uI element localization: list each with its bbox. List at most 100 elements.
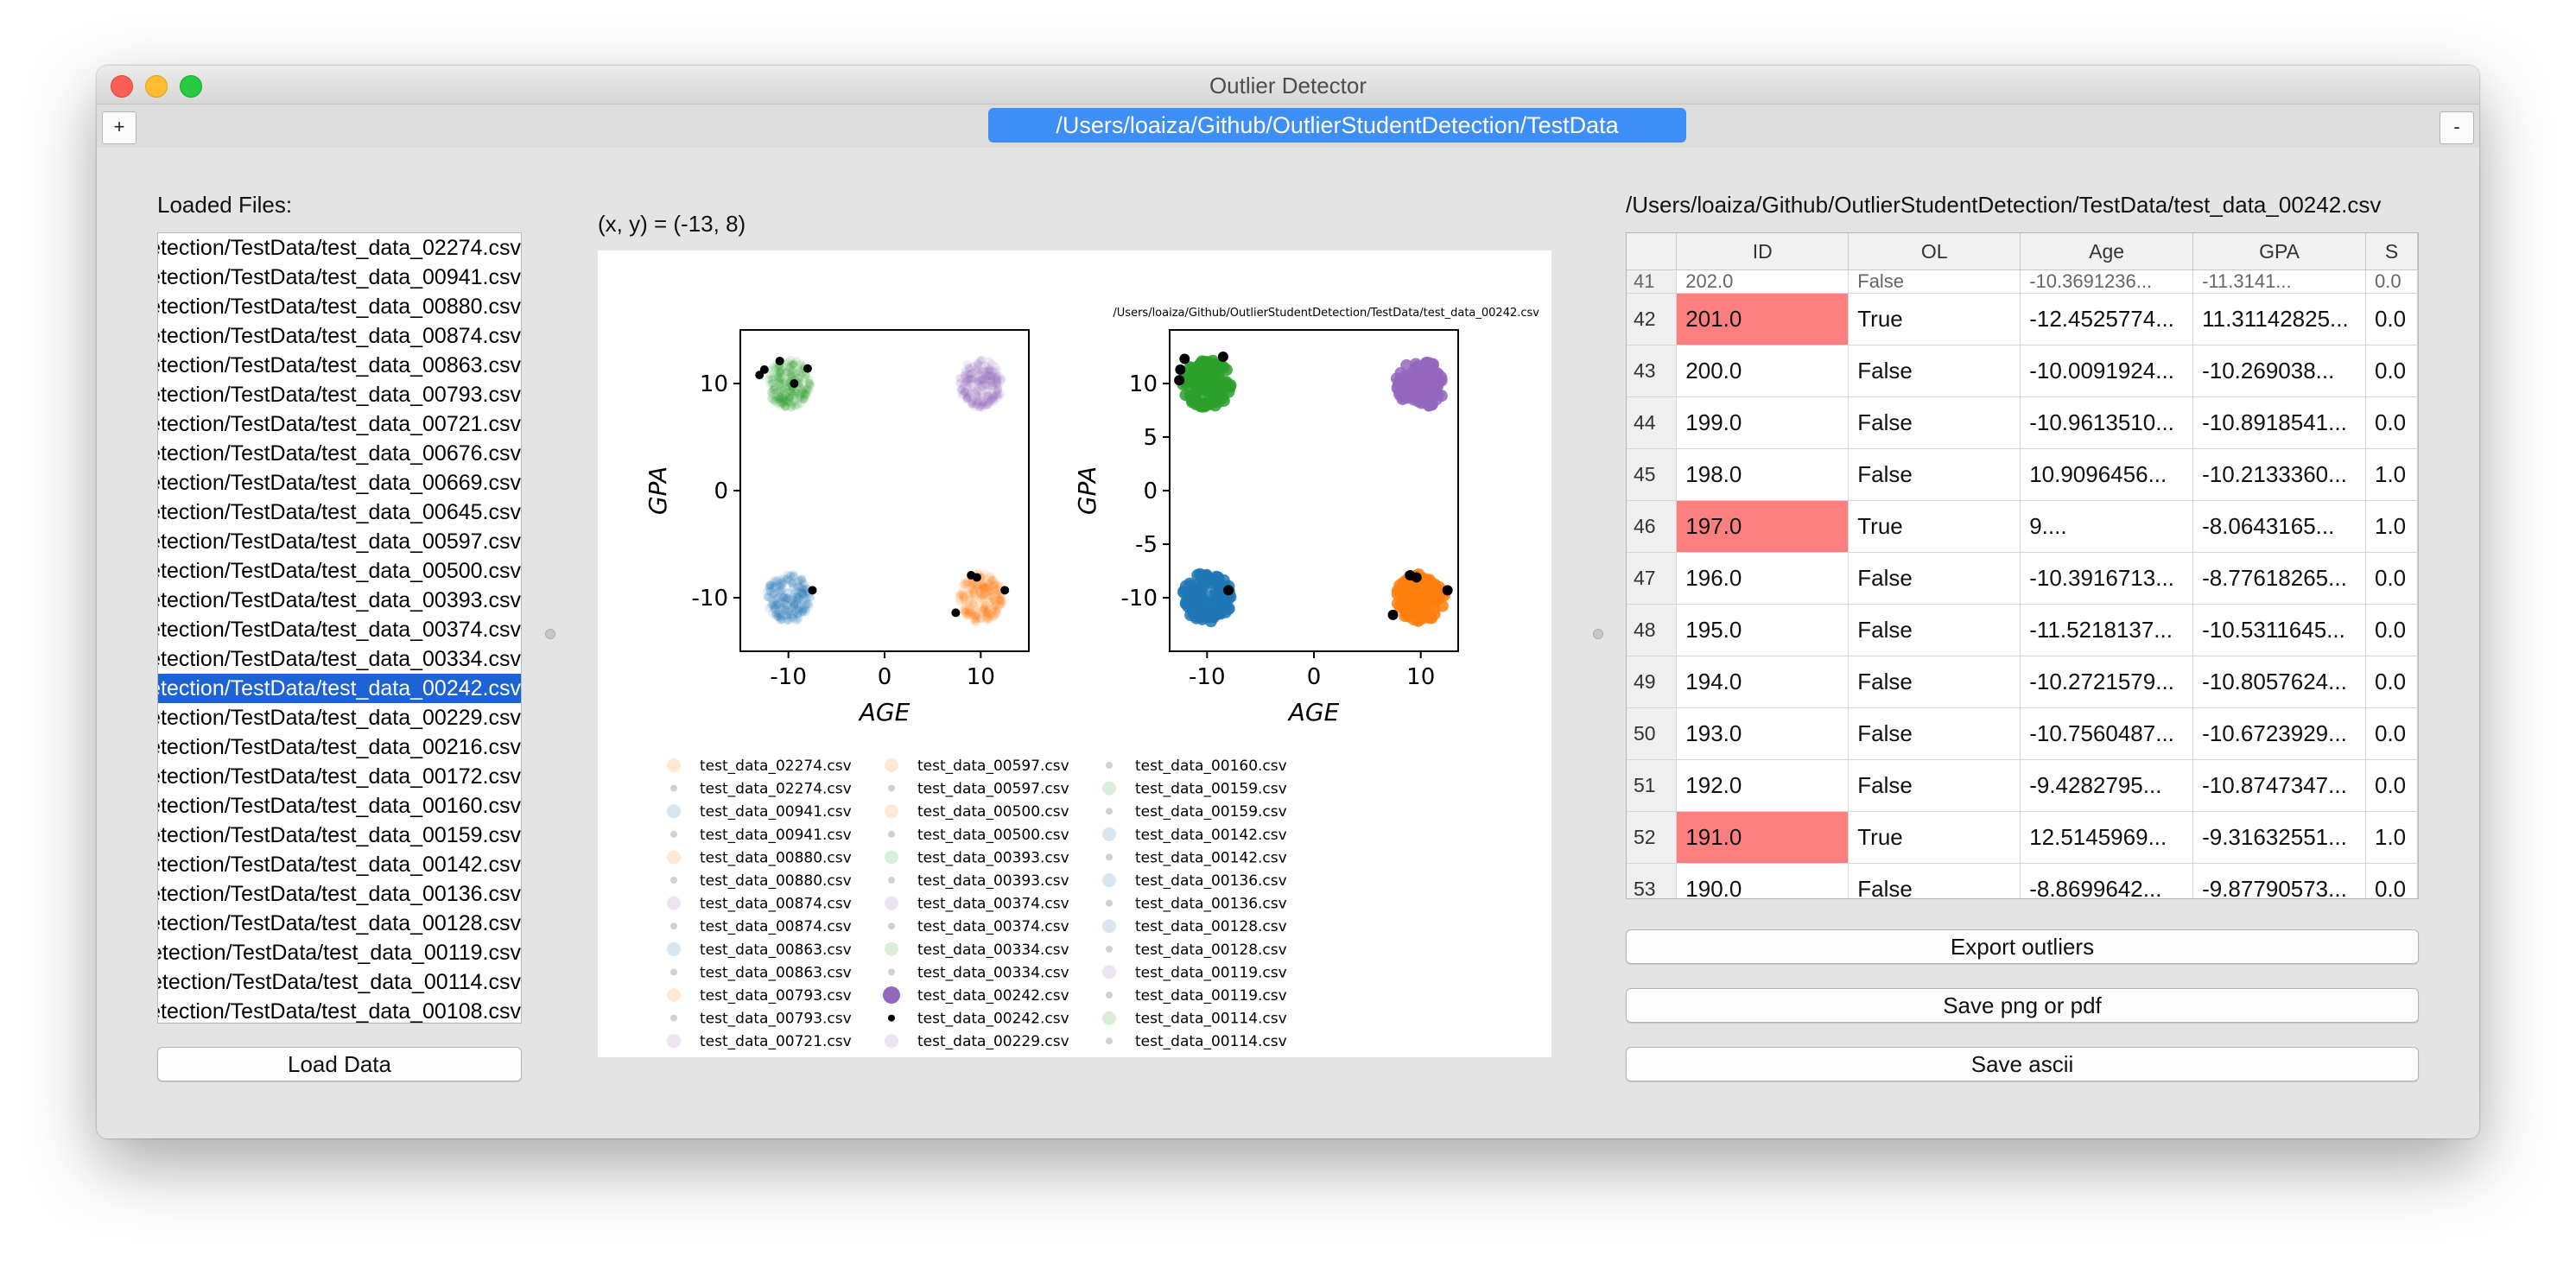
cell-s[interactable]: 0.0 xyxy=(2365,604,2418,656)
column-header-s[interactable]: S xyxy=(2365,233,2418,270)
file-list-item[interactable]: etection/TestData/test_data_00172.csv xyxy=(158,762,521,791)
cell-gpa[interactable]: -10.2133360... xyxy=(2192,448,2366,501)
cell-id[interactable]: 196.0 xyxy=(1676,552,1850,605)
right-splitter-handle[interactable] xyxy=(1593,629,1603,639)
table-row[interactable]: 46 197.0 True 9.... -8.0643165... 1.0 xyxy=(1627,500,2418,553)
save-ascii-button[interactable]: Save ascii xyxy=(1626,1047,2419,1081)
column-header-gpa[interactable]: GPA xyxy=(2192,233,2366,270)
cell-ol[interactable]: False xyxy=(1848,269,2021,294)
table-row-partial[interactable]: 41 202.0 False -10.3691236... -11.3141..… xyxy=(1627,269,2418,294)
cell-age[interactable]: -10.7560487... xyxy=(2020,707,2194,760)
cell-gpa[interactable]: -8.0643165... xyxy=(2192,500,2366,553)
cell-ol[interactable]: False xyxy=(1848,448,2021,501)
file-list-item[interactable]: etection/TestData/test_data_00645.csv xyxy=(158,498,521,527)
cell-age[interactable]: 9.... xyxy=(2020,500,2194,553)
cell-gpa[interactable]: -8.77618265... xyxy=(2192,552,2366,605)
plot-canvas[interactable]: -10 0 10 -10 0 10 AGE GPA -10 0 10 -10 -5 0 5 10 AGE GPA /… xyxy=(598,250,1551,1057)
cell-s[interactable]: 0.0 xyxy=(2365,707,2418,760)
file-list-item[interactable]: etection/TestData/test_data_00229.csv xyxy=(158,703,521,732)
cell-s[interactable]: 1.0 xyxy=(2365,448,2418,501)
table-row[interactable]: 52 191.0 True 12.5145969... -9.31632551... 1.… xyxy=(1627,811,2418,864)
cell-age[interactable]: 10.9096456... xyxy=(2020,448,2194,501)
file-list-item[interactable]: etection/TestData/test_data_00597.csv xyxy=(158,527,521,556)
cell-ol[interactable]: False xyxy=(1848,656,2021,708)
cell-ol[interactable]: False xyxy=(1848,707,2021,760)
file-list-item[interactable]: etection/TestData/test_data_00863.csv xyxy=(158,351,521,380)
cell-gpa[interactable]: -10.6723929... xyxy=(2192,707,2366,760)
cell-age[interactable]: -10.0091924... xyxy=(2020,345,2194,397)
cell-s[interactable]: 0.0 xyxy=(2365,552,2418,605)
cell-s[interactable]: 1.0 xyxy=(2365,500,2418,553)
file-list-item[interactable]: etection/TestData/test_data_00374.csv xyxy=(158,615,521,644)
tab-testdata-folder[interactable]: /Users/loaiza/Github/OutlierStudentDetec… xyxy=(988,108,1686,143)
loaded-files-list[interactable]: etection/TestData/test_data_02274.csv ete… xyxy=(157,232,522,1024)
load-data-button[interactable]: Load Data xyxy=(157,1047,522,1081)
cell-ol[interactable]: False xyxy=(1848,552,2021,605)
cell-s[interactable]: 0.0 xyxy=(2365,863,2418,898)
table-row[interactable]: 47 196.0 False -10.3916713... -8.77618265...… xyxy=(1627,552,2418,605)
add-tab-button[interactable]: + xyxy=(102,111,136,144)
cell-gpa[interactable]: -9.87790573... xyxy=(2192,863,2366,898)
file-list-item[interactable]: etection/TestData/test_data_00941.csv xyxy=(158,263,521,292)
cell-s[interactable]: 0.0 xyxy=(2365,293,2418,346)
cell-age[interactable]: -10.9613510... xyxy=(2020,396,2194,449)
cell-gpa[interactable]: -9.31632551... xyxy=(2192,811,2366,864)
data-table[interactable]: ID OL Age GPA S 41 202.0 False -10.36912… xyxy=(1626,232,2419,899)
cell-ol[interactable]: False xyxy=(1848,604,2021,656)
cell-ol[interactable]: False xyxy=(1848,345,2021,397)
cell-id[interactable]: 199.0 xyxy=(1676,396,1850,449)
cell-ol[interactable]: True xyxy=(1848,293,2021,346)
file-list-item[interactable]: etection/TestData/test_data_00880.csv xyxy=(158,292,521,321)
cell-s[interactable]: 0.0 xyxy=(2365,345,2418,397)
cell-ol[interactable]: True xyxy=(1848,811,2021,864)
file-list-item[interactable]: etection/TestData/test_data_00721.csv xyxy=(158,409,521,439)
table-row[interactable]: 44 199.0 False -10.9613510... -10.8918541...… xyxy=(1627,396,2418,449)
table-row[interactable]: 43 200.0 False -10.0091924... -10.269038... 0… xyxy=(1627,345,2418,397)
file-list-item[interactable]: etection/TestData/test_data_00874.csv xyxy=(158,321,521,351)
cell-id[interactable]: 191.0 xyxy=(1676,811,1850,864)
cell-age[interactable]: -11.5218137... xyxy=(2020,604,2194,656)
file-list-item[interactable]: etection/TestData/test_data_00136.csv xyxy=(158,879,521,909)
file-list-item[interactable]: etection/TestData/test_data_00393.csv xyxy=(158,586,521,615)
file-list-item[interactable]: etection/TestData/test_data_00108.csv xyxy=(158,997,521,1023)
cell-ol[interactable]: False xyxy=(1848,396,2021,449)
file-list-item[interactable]: etection/TestData/test_data_00160.csv xyxy=(158,791,521,821)
cell-age[interactable]: -10.3691236... xyxy=(2020,269,2194,294)
cell-gpa[interactable]: -11.3141... xyxy=(2192,269,2366,294)
save-png-pdf-button[interactable]: Save png or pdf xyxy=(1626,988,2419,1023)
cell-ol[interactable]: False xyxy=(1848,863,2021,898)
file-list-item[interactable]: etection/TestData/test_data_02274.csv xyxy=(158,233,521,263)
cell-age[interactable]: -10.2721579... xyxy=(2020,656,2194,708)
file-list-item[interactable]: etection/TestData/test_data_00793.csv xyxy=(158,380,521,409)
cell-gpa[interactable]: -10.5311645... xyxy=(2192,604,2366,656)
table-row[interactable]: 53 190.0 False -8.8699642... -9.87790573... 0… xyxy=(1627,863,2418,898)
export-outliers-button[interactable]: Export outliers xyxy=(1626,929,2419,964)
cell-gpa[interactable]: -10.8747347... xyxy=(2192,759,2366,812)
table-row[interactable]: 50 193.0 False -10.7560487... -10.6723929...… xyxy=(1627,707,2418,760)
cell-age[interactable]: -10.3916713... xyxy=(2020,552,2194,605)
cell-s[interactable]: 0.0 xyxy=(2365,269,2418,294)
file-list-item[interactable]: etection/TestData/test_data_00119.csv xyxy=(158,938,521,967)
cell-id[interactable]: 194.0 xyxy=(1676,656,1850,708)
file-list-item[interactable]: etection/TestData/test_data_00128.csv xyxy=(158,909,521,938)
cell-gpa[interactable]: 11.31142825... xyxy=(2192,293,2366,346)
column-header-id[interactable]: ID xyxy=(1676,233,1850,270)
left-splitter-handle[interactable] xyxy=(545,629,555,639)
cell-id[interactable]: 195.0 xyxy=(1676,604,1850,656)
remove-tab-button[interactable]: - xyxy=(2440,111,2474,144)
file-list-item[interactable]: etection/TestData/test_data_00669.csv xyxy=(158,468,521,498)
cell-s[interactable]: 0.0 xyxy=(2365,656,2418,708)
cell-s[interactable]: 0.0 xyxy=(2365,759,2418,812)
file-list-item[interactable]: etection/TestData/test_data_00216.csv xyxy=(158,732,521,762)
table-row[interactable]: 51 192.0 False -9.4282795... -10.8747347... 0… xyxy=(1627,759,2418,812)
cell-id[interactable]: 198.0 xyxy=(1676,448,1850,501)
table-row[interactable]: 45 198.0 False 10.9096456... -10.2133360... 1… xyxy=(1627,448,2418,501)
table-row[interactable]: 48 195.0 False -11.5218137... -10.5311645...… xyxy=(1627,604,2418,656)
file-list-item[interactable]: etection/TestData/test_data_00334.csv xyxy=(158,644,521,674)
cell-gpa[interactable]: -10.8057624... xyxy=(2192,656,2366,708)
file-list-item[interactable]: etection/TestData/test_data_00114.csv xyxy=(158,967,521,997)
file-list-item[interactable]: etection/TestData/test_data_00142.csv xyxy=(158,850,521,879)
cell-gpa[interactable]: -10.8918541... xyxy=(2192,396,2366,449)
cell-s[interactable]: 1.0 xyxy=(2365,811,2418,864)
cell-gpa[interactable]: -10.269038... xyxy=(2192,345,2366,397)
